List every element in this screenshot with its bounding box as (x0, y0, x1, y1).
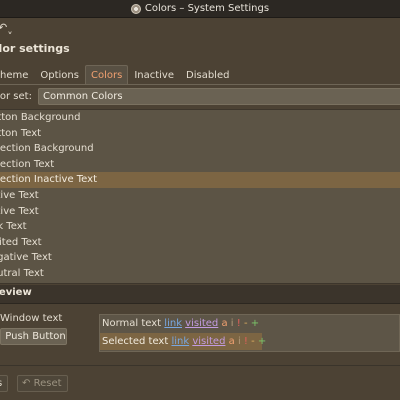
tab-colors[interactable]: Colors (84, 65, 129, 85)
preview-positive-sample: + (257, 336, 267, 347)
preview-neutral-sample: - (243, 318, 248, 329)
tab-disabled[interactable]: Disabled (180, 65, 235, 85)
color-role-list[interactable]: utton Background utton Text election Bac… (0, 109, 400, 284)
color-role-item[interactable]: nk Text (0, 219, 400, 235)
color-role-item[interactable]: utton Background (0, 110, 400, 126)
preview-negative-sample: ! (243, 336, 248, 347)
window-titlebar[interactable]: Colors – System Settings (0, 0, 400, 18)
color-set-select[interactable]: Common Colors (38, 88, 400, 105)
preview-normal-row: Normal text link visited a i ! - + (100, 315, 400, 332)
color-set-label: olor set: (0, 91, 32, 102)
preview-push-button[interactable]: Push Button (0, 328, 67, 345)
color-role-item[interactable]: isited Text (0, 235, 400, 251)
preview-window-text: Window text (0, 313, 63, 324)
tab-divider (0, 84, 400, 85)
reset-button[interactable]: ↶ Reset (17, 375, 68, 392)
color-role-item[interactable]: ctive Text (0, 188, 400, 204)
preview-inactive-sample: i (230, 318, 234, 329)
normal-text-label: Normal text (102, 318, 162, 329)
defaults-button[interactable]: s (0, 375, 8, 392)
tab-options[interactable]: Options (34, 65, 85, 85)
page-title: olor settings (0, 42, 70, 55)
preview-active-sample: a (228, 336, 235, 347)
back-icon[interactable]: ↶ˬ (0, 21, 13, 34)
preview-inactive-sample: i (237, 336, 241, 347)
preview-positive-sample: + (250, 318, 260, 329)
color-role-item-selected[interactable]: election Inactive Text (0, 172, 400, 188)
selected-text-label: Selected text (102, 336, 169, 347)
reset-button-label: Reset (33, 378, 62, 389)
preview-active-sample: a (221, 318, 228, 329)
preview-neutral-sample: - (251, 336, 255, 347)
window-title: Colors – System Settings (144, 3, 270, 14)
preview-visited-link[interactable]: visited (185, 318, 218, 329)
footer-divider (0, 365, 400, 366)
color-role-item[interactable]: election Text (0, 157, 400, 173)
preview-negative-sample: ! (236, 318, 241, 329)
preview-link[interactable]: link (171, 336, 189, 347)
preview-selected-row: Selected text link visited a i ! - + (100, 333, 266, 350)
color-role-item[interactable]: ctive Text (0, 204, 400, 220)
preview-link[interactable]: link (164, 318, 182, 329)
color-role-item[interactable]: eutral Text (0, 266, 400, 282)
color-role-item[interactable]: election Background (0, 141, 400, 157)
preview-header: review (0, 285, 400, 304)
preview-visited-link[interactable]: visited (192, 336, 225, 347)
color-role-item[interactable]: utton Text (0, 126, 400, 142)
tab-scheme[interactable]: heme (0, 65, 34, 85)
preview-sample-box: Normal text link visited a i ! - + Selec… (99, 314, 400, 352)
defaults-button-label: s (0, 378, 2, 389)
tab-inactive[interactable]: Inactive (128, 65, 180, 85)
color-settings-app-icon (130, 3, 141, 14)
tab-bar: heme Options Colors Inactive Disabled (0, 65, 235, 85)
undo-icon: ↶ (22, 378, 31, 389)
color-role-item[interactable]: egative Text (0, 250, 400, 266)
preview-title: review (0, 287, 32, 298)
